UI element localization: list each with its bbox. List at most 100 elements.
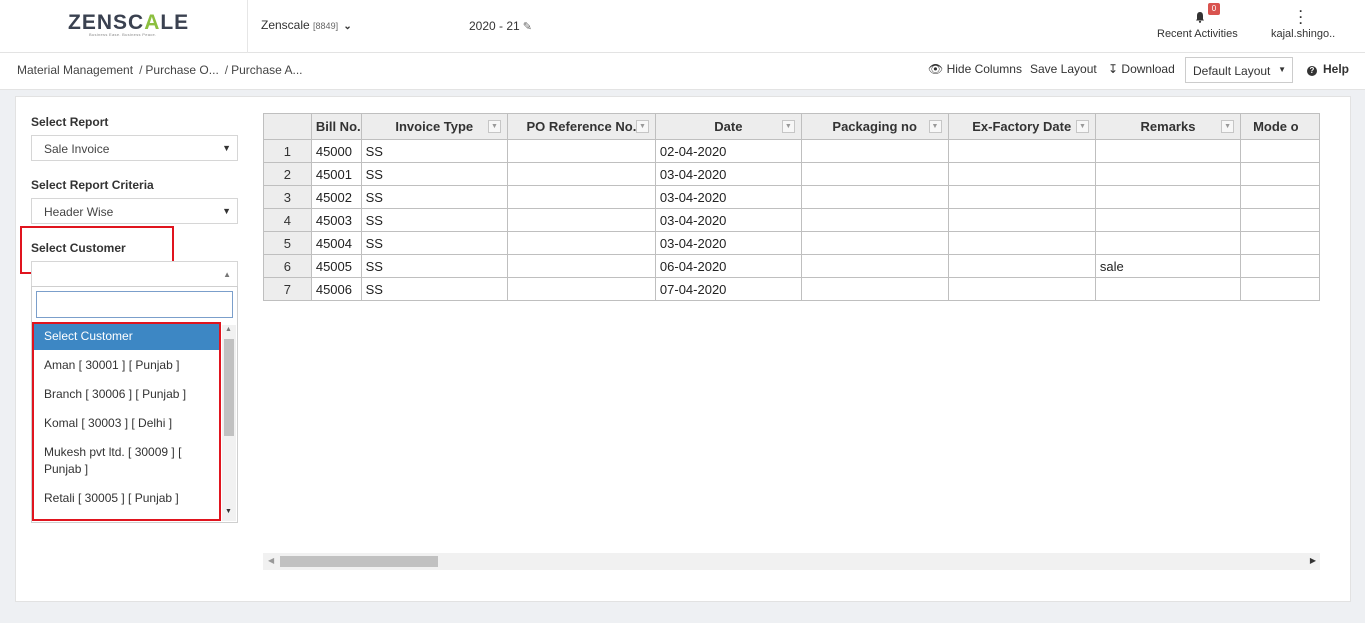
table-cell[interactable] (947, 254, 1096, 278)
table-row[interactable]: 7 45006 SS 07-04-2020 (263, 277, 1320, 301)
table-cell[interactable] (800, 231, 949, 255)
scroll-up-icon[interactable]: ▲ (225, 326, 232, 333)
recent-activities-label[interactable]: Recent Activities (1157, 28, 1238, 40)
select-customer-dropdown[interactable]: ▲ (31, 261, 238, 287)
table-cell[interactable] (1240, 162, 1320, 186)
column-header[interactable]: PO Reference No. ▼ (506, 113, 656, 140)
table-cell[interactable] (1094, 139, 1242, 163)
filter-icon[interactable]: ▼ (928, 120, 942, 133)
table-cell[interactable] (947, 277, 1096, 301)
table-cell[interactable]: SS (360, 185, 508, 209)
table-cell[interactable] (1094, 185, 1242, 209)
save-layout-button[interactable]: Save Layout (1030, 62, 1097, 76)
table-cell[interactable]: sale (1094, 254, 1242, 278)
table-cell[interactable] (800, 277, 949, 301)
company-selector[interactable]: Zenscale [8849] ⌄ (261, 18, 352, 32)
table-cell[interactable] (1240, 254, 1320, 278)
column-header[interactable]: Invoice Type ▼ (360, 113, 508, 140)
filter-icon[interactable]: ▼ (487, 120, 501, 133)
recent-activities-button[interactable] (1150, 6, 1250, 28)
table-cell[interactable] (1240, 139, 1320, 163)
table-cell[interactable] (947, 231, 1096, 255)
scroll-left-icon[interactable]: ◀ (268, 556, 274, 565)
table-cell[interactable] (506, 231, 656, 255)
table-cell[interactable]: SS (360, 208, 508, 232)
scroll-right-icon[interactable]: ▶ (1310, 556, 1316, 565)
filter-icon[interactable]: ▼ (781, 120, 795, 133)
table-cell[interactable]: 45006 (310, 277, 362, 301)
customer-search-input[interactable] (36, 291, 233, 318)
table-cell[interactable]: 03-04-2020 (654, 208, 802, 232)
table-row[interactable]: 2 45001 SS 03-04-2020 (263, 162, 1320, 186)
table-cell[interactable]: SS (360, 162, 508, 186)
table-cell[interactable]: 03-04-2020 (654, 162, 802, 186)
table-cell[interactable] (506, 139, 656, 163)
customer-list-scrollbar[interactable]: ▲ ▼ (222, 325, 236, 521)
table-row[interactable]: 5 45004 SS 03-04-2020 (263, 231, 1320, 255)
select-report-dropdown[interactable]: Sale Invoice ▼ (31, 135, 238, 161)
table-cell[interactable] (800, 254, 949, 278)
table-cell[interactable]: 06-04-2020 (654, 254, 802, 278)
table-cell[interactable]: SS (360, 254, 508, 278)
download-button[interactable]: ↧ Download (1108, 62, 1175, 76)
table-cell[interactable] (1240, 277, 1320, 301)
table-cell[interactable] (947, 185, 1096, 209)
table-cell[interactable] (800, 139, 949, 163)
table-cell[interactable] (506, 277, 656, 301)
breadcrumb-root[interactable]: Material Management (17, 63, 133, 77)
column-header[interactable]: Mode o (1240, 113, 1320, 140)
table-cell[interactable] (506, 254, 656, 278)
scroll-down-icon[interactable]: ▼ (225, 508, 232, 515)
column-header[interactable]: Date ▼ (654, 113, 802, 140)
table-cell[interactable] (506, 162, 656, 186)
scrollbar-thumb[interactable] (224, 339, 234, 436)
table-cell[interactable] (1094, 208, 1242, 232)
select-criteria-dropdown[interactable]: Header Wise ▼ (31, 198, 238, 224)
logo[interactable]: ZENSCALE Business Ease. Business Peace. (0, 0, 248, 53)
help-button[interactable]: ? Help (1307, 62, 1349, 76)
column-header[interactable]: Packaging no ▼ (800, 113, 949, 140)
table-cell[interactable] (506, 185, 656, 209)
table-cell[interactable]: 03-04-2020 (654, 185, 802, 209)
table-cell[interactable]: 45005 (310, 254, 362, 278)
table-cell[interactable]: SS (360, 277, 508, 301)
column-header[interactable]: Bill No. (310, 113, 362, 140)
table-cell[interactable] (1094, 231, 1242, 255)
table-cell[interactable]: 45001 (310, 162, 362, 186)
table-row[interactable]: 4 45003 SS 03-04-2020 (263, 208, 1320, 232)
table-cell[interactable] (506, 208, 656, 232)
filter-icon[interactable]: ▼ (1221, 120, 1235, 133)
table-cell[interactable] (800, 162, 949, 186)
filter-icon[interactable]: ▼ (1075, 120, 1089, 133)
table-cell[interactable] (1240, 185, 1320, 209)
table-cell[interactable] (1240, 231, 1320, 255)
hide-columns-button[interactable]: 👁 Hide Columns (928, 62, 1022, 76)
table-cell[interactable]: 45000 (310, 139, 362, 163)
edit-icon[interactable]: ✎ (523, 21, 532, 33)
table-cell[interactable] (1094, 162, 1242, 186)
table-cell[interactable]: 45003 (310, 208, 362, 232)
table-cell[interactable]: SS (360, 231, 508, 255)
table-cell[interactable] (947, 162, 1096, 186)
column-header[interactable]: Remarks ▼ (1094, 113, 1242, 140)
user-name[interactable]: kajal.shingo.. (1271, 28, 1335, 40)
table-row[interactable]: 3 45002 SS 03-04-2020 (263, 185, 1320, 209)
column-header[interactable]: Ex-Factory Date ▼ (947, 113, 1096, 140)
table-cell[interactable]: 45004 (310, 231, 362, 255)
breadcrumb-level3[interactable]: Purchase A... (231, 63, 302, 77)
table-cell[interactable] (947, 208, 1096, 232)
table-cell[interactable] (1094, 277, 1242, 301)
table-cell[interactable]: SS (360, 139, 508, 163)
table-cell[interactable]: 03-04-2020 (654, 231, 802, 255)
breadcrumb-level2[interactable]: Purchase O... (145, 63, 218, 77)
table-cell[interactable] (800, 208, 949, 232)
table-cell[interactable] (947, 139, 1096, 163)
table-cell[interactable]: 07-04-2020 (654, 277, 802, 301)
table-row[interactable]: 6 45005 SS 06-04-2020 sale (263, 254, 1320, 278)
table-cell[interactable] (800, 185, 949, 209)
fiscal-year[interactable]: 2020 - 21 ✎ (469, 19, 532, 33)
more-vertical-icon[interactable]: · · · (1299, 5, 1303, 29)
table-row[interactable]: 1 45000 SS 02-04-2020 (263, 139, 1320, 163)
table-cell[interactable]: 45002 (310, 185, 362, 209)
table-cell[interactable]: 02-04-2020 (654, 139, 802, 163)
